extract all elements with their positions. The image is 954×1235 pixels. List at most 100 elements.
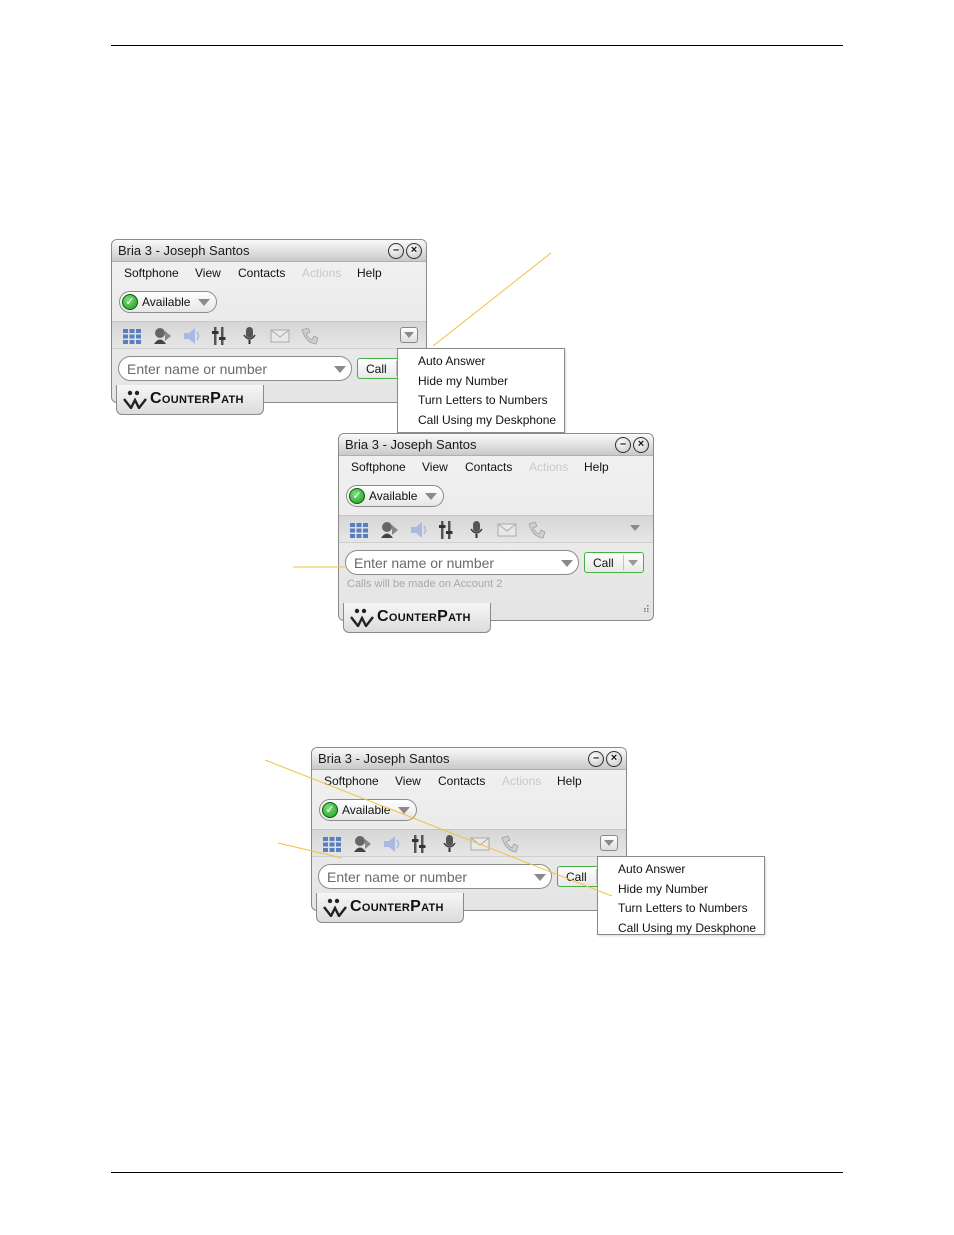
menu-bar: Softphone View Contacts Actions Help: [312, 774, 626, 790]
presence-label: Available: [342, 803, 391, 817]
menu-actions: Actions: [502, 774, 542, 788]
microphone-icon[interactable]: [240, 326, 260, 346]
mail-icon[interactable]: [270, 326, 290, 346]
dialpad-icon[interactable]: [349, 520, 369, 540]
menu-item-auto-answer[interactable]: Auto Answer: [598, 860, 764, 880]
presence-selector[interactable]: ✓ Available: [119, 291, 218, 313]
close-icon[interactable]: ×: [633, 437, 649, 453]
bria-window-3: Bria 3 - Joseph Santos – × Softphone Vie…: [311, 747, 627, 923]
presence-selector[interactable]: ✓ Available: [319, 799, 418, 821]
menu-help[interactable]: Help: [584, 460, 609, 474]
dialpad-icon[interactable]: [322, 834, 342, 854]
menu-actions: Actions: [529, 460, 569, 474]
minimize-icon[interactable]: –: [388, 243, 404, 259]
brand-name: CounterPath: [350, 898, 444, 915]
presence-label: Available: [142, 295, 191, 309]
audio-tuning-icon[interactable]: [437, 520, 457, 540]
menu-help[interactable]: Help: [357, 266, 382, 280]
presence-label: Available: [369, 489, 418, 503]
menu-item-auto-answer[interactable]: Auto Answer: [398, 352, 564, 372]
speaker-icon[interactable]: [182, 326, 202, 346]
history-icon[interactable]: [527, 520, 547, 540]
dial-input[interactable]: [118, 356, 352, 381]
speaker-icon[interactable]: [382, 834, 402, 854]
counterpath-logo-icon: [123, 389, 147, 409]
brand-name: CounterPath: [150, 390, 244, 407]
menu-actions: Actions: [302, 266, 342, 280]
chevron-down-icon[interactable]: [561, 560, 573, 567]
menu-item-call-using-deskphone[interactable]: Call Using my Deskphone: [598, 919, 764, 939]
bria-window-2: Bria 3 - Joseph Santos – × Softphone Vie…: [338, 433, 654, 633]
minimize-icon[interactable]: –: [588, 751, 604, 767]
chevron-down-icon: [425, 493, 438, 500]
audio-tuning-icon[interactable]: [210, 326, 230, 346]
header-rule: [111, 45, 843, 46]
menu-contacts[interactable]: Contacts: [465, 460, 512, 474]
history-icon[interactable]: [500, 834, 520, 854]
menu-view[interactable]: View: [195, 266, 221, 280]
history-icon[interactable]: [300, 326, 320, 346]
call-label: Call: [593, 555, 614, 570]
chevron-down-icon[interactable]: [534, 874, 546, 881]
menu-item-hide-number[interactable]: Hide my Number: [398, 372, 564, 392]
chevron-down-icon[interactable]: [628, 560, 638, 566]
menu-view[interactable]: View: [395, 774, 421, 788]
menu-contacts[interactable]: Contacts: [238, 266, 285, 280]
window-title: Bria 3 - Joseph Santos: [345, 437, 477, 452]
menu-bar: Softphone View Contacts Actions Help: [339, 460, 653, 476]
call-label: Call: [366, 361, 387, 376]
menu-softphone[interactable]: Softphone: [124, 266, 179, 280]
brand-tab: CounterPath: [343, 603, 491, 633]
callout-line: [432, 252, 552, 347]
options-dropdown-1: Auto Answer Hide my Number Turn Letters …: [397, 348, 565, 433]
close-icon[interactable]: ×: [606, 751, 622, 767]
title-bar[interactable]: Bria 3 - Joseph Santos – ×: [312, 748, 626, 770]
menu-item-hide-number[interactable]: Hide my Number: [598, 880, 764, 900]
mail-icon[interactable]: [470, 834, 490, 854]
dial-input[interactable]: [345, 550, 579, 575]
contacts-icon[interactable]: [152, 326, 172, 346]
available-check-icon: ✓: [122, 294, 138, 310]
minimize-icon[interactable]: –: [615, 437, 631, 453]
microphone-icon[interactable]: [440, 834, 460, 854]
panel-toggle-button[interactable]: [627, 521, 645, 537]
menu-softphone[interactable]: Softphone: [351, 460, 406, 474]
call-button[interactable]: Call: [584, 552, 644, 573]
contacts-icon[interactable]: [379, 520, 399, 540]
menu-softphone[interactable]: Softphone: [324, 774, 379, 788]
contacts-icon[interactable]: [352, 834, 372, 854]
menu-item-call-using-deskphone[interactable]: Call Using my Deskphone: [398, 411, 564, 431]
audio-tuning-icon[interactable]: [410, 834, 430, 854]
window-frame: Bria 3 - Joseph Santos – × Softphone Vie…: [111, 239, 427, 403]
account-note: Calls will be made on Account 2: [347, 578, 503, 590]
window-frame: Bria 3 - Joseph Santos – × Softphone Vie…: [338, 433, 654, 621]
title-bar[interactable]: Bria 3 - Joseph Santos – ×: [112, 240, 426, 262]
brand-tab: CounterPath: [316, 893, 464, 923]
menu-view[interactable]: View: [422, 460, 448, 474]
menu-help[interactable]: Help: [557, 774, 582, 788]
call-label: Call: [566, 869, 587, 884]
title-bar[interactable]: Bria 3 - Joseph Santos – ×: [339, 434, 653, 456]
presence-selector[interactable]: ✓ Available: [346, 485, 445, 507]
window-title: Bria 3 - Joseph Santos: [118, 243, 250, 258]
available-check-icon: ✓: [349, 488, 365, 504]
footer-rule: [111, 1172, 843, 1173]
mail-icon[interactable]: [497, 520, 517, 540]
dialpad-icon[interactable]: [122, 326, 142, 346]
menu-contacts[interactable]: Contacts: [438, 774, 485, 788]
close-icon[interactable]: ×: [406, 243, 422, 259]
microphone-icon[interactable]: [467, 520, 487, 540]
window-title: Bria 3 - Joseph Santos: [318, 751, 450, 766]
available-check-icon: ✓: [322, 802, 338, 818]
menu-item-letters-to-numbers[interactable]: Turn Letters to Numbers: [398, 391, 564, 411]
panel-toggle-button[interactable]: [600, 835, 618, 851]
chevron-down-icon: [198, 299, 211, 306]
menu-item-letters-to-numbers[interactable]: Turn Letters to Numbers: [598, 899, 764, 919]
speaker-icon[interactable]: [409, 520, 429, 540]
chevron-down-icon[interactable]: [334, 366, 346, 373]
resize-grip-icon[interactable]: ⠾: [643, 605, 650, 616]
toolbar: [312, 829, 626, 857]
panel-toggle-button[interactable]: [400, 327, 418, 343]
dial-input[interactable]: [318, 864, 552, 889]
chevron-down-icon: [398, 807, 411, 814]
